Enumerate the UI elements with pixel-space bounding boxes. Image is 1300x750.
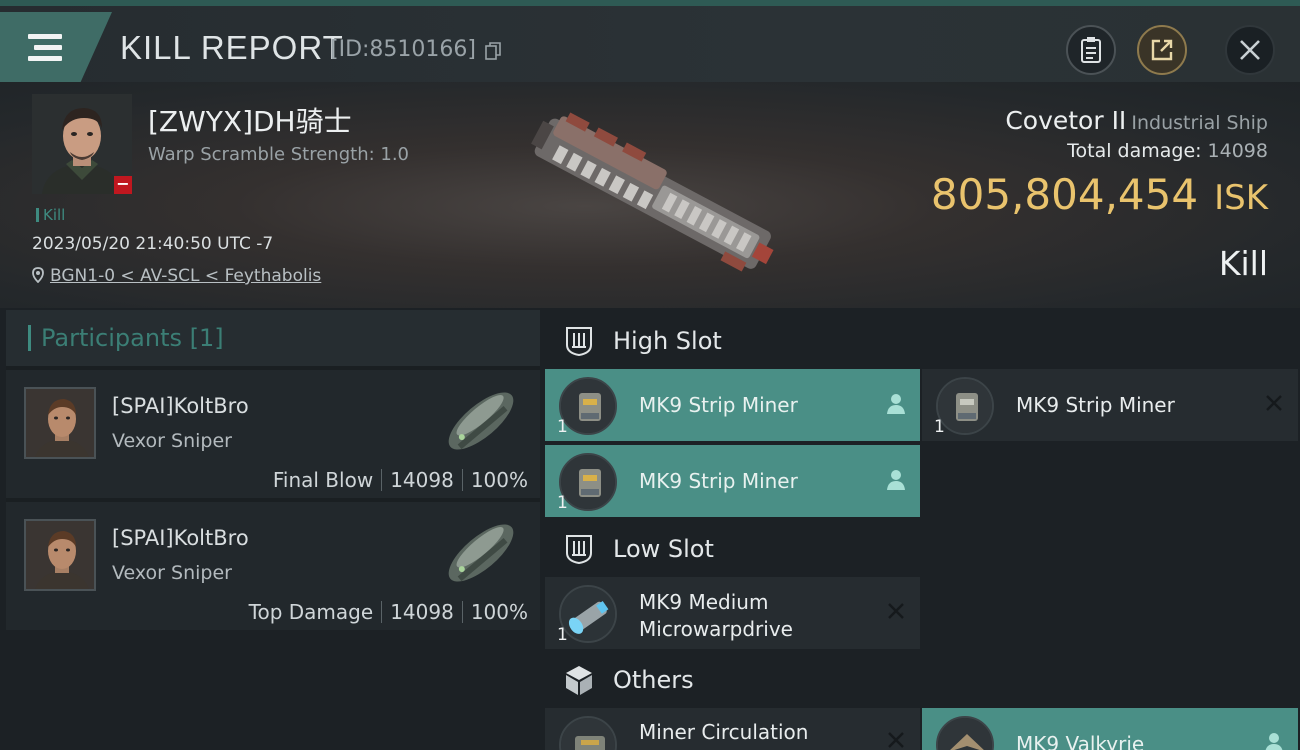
- victim-name[interactable]: [ZWYX]DH骑士: [148, 100, 352, 140]
- destroyed-x-icon: [888, 603, 904, 619]
- menu-icon: [28, 34, 62, 39]
- module-quantity: 1: [557, 493, 568, 513]
- module-name: MK9 Strip Miner: [1016, 393, 1175, 417]
- victim-ship-name[interactable]: Covetor II Industrial Ship: [1005, 106, 1268, 135]
- module-item[interactable]: 1 MK9 Strip Miner: [545, 369, 920, 441]
- attacker-ship: Vexor Sniper: [112, 562, 232, 584]
- participants-header[interactable]: Participants [1]: [6, 310, 540, 366]
- attacker-role: Final Blow: [272, 468, 374, 492]
- participants-title: Participants [1]: [41, 324, 224, 352]
- ship-class: Industrial Ship: [1131, 112, 1268, 134]
- total-damage: Total damage: 14098: [1067, 140, 1268, 162]
- module-quantity: 1: [557, 625, 568, 645]
- isk-value: 805,804,454 ISK: [931, 170, 1268, 219]
- warp-scramble-strength: Warp Scramble Strength: 1.0: [148, 144, 410, 165]
- attacker-avatar: [24, 387, 96, 459]
- person-icon: [887, 470, 905, 490]
- attacker-stats: Final Blow 14098 100%: [273, 468, 528, 492]
- clipboard-button[interactable]: [1066, 25, 1116, 75]
- close-button[interactable]: [1225, 25, 1275, 75]
- ship-name: Covetor II: [1005, 106, 1127, 135]
- kill-location-link[interactable]: BGN1-0 < AV-SCL < Feythabolis: [32, 266, 321, 286]
- participant-row[interactable]: [SPAI]KoltBro Vexor Sniper Top Damage 140…: [6, 498, 540, 630]
- module-item[interactable]: 1 MK9 Strip Miner: [545, 445, 920, 517]
- miner-circulation-icon: [559, 716, 617, 750]
- attacker-damage: 14098: [390, 600, 454, 624]
- fitting-panel: High Slot 1 MK9 Strip Miner 1 MK9 Strip …: [545, 310, 1300, 750]
- clipboard-icon: [1081, 37, 1101, 63]
- attacker-percent: 100%: [470, 468, 528, 492]
- module-name: MK9 Valkyrie: [1016, 732, 1145, 750]
- share-icon: [1151, 39, 1173, 61]
- page-title: KILL REPORT: [120, 29, 344, 66]
- others-header: Others: [545, 651, 1300, 709]
- participant-row[interactable]: [SPAI]KoltBro Vexor Sniper Final Blow 140…: [6, 366, 540, 498]
- isk-amount: 805,804,454: [930, 170, 1199, 219]
- report-id: [ID:8510166]: [330, 37, 476, 62]
- module-item[interactable]: MK9 Valkyrie: [922, 708, 1298, 750]
- module-name: Miner Circulation: [639, 720, 809, 744]
- header-bar: KILL REPORT [ID:8510166]: [0, 6, 1300, 82]
- person-icon: [887, 394, 905, 414]
- total-damage-value: 14098: [1207, 140, 1268, 162]
- attacker-role: Top Damage: [248, 600, 374, 624]
- module-name: MK9 Strip Miner: [639, 469, 798, 493]
- hostile-badge: −: [114, 176, 132, 194]
- module-item[interactable]: 1 MK9 Strip Miner: [922, 369, 1298, 441]
- module-name: MK9 Strip Miner: [639, 393, 798, 417]
- copy-icon[interactable]: [485, 42, 501, 60]
- module-item[interactable]: Miner Circulation: [545, 708, 920, 750]
- kill-datetime: 2023/05/20 21:40:50 UTC -7: [32, 234, 274, 254]
- low-slot-header: Low Slot: [545, 520, 1300, 578]
- destroyed-x-icon: [888, 732, 904, 748]
- high-slot-header: High Slot: [545, 312, 1300, 370]
- close-icon: [1240, 40, 1260, 60]
- kill-tag: Kill: [36, 206, 65, 224]
- menu-button[interactable]: [0, 12, 112, 82]
- module-quantity: 1: [557, 417, 568, 437]
- attacker-stats: Top Damage 14098 100%: [249, 600, 528, 624]
- victim-ship-image[interactable]: [505, 102, 795, 297]
- module-item[interactable]: 1 MK9 Medium Microwarpdrive: [545, 577, 920, 649]
- module-quantity: 1: [934, 417, 945, 437]
- attacker-damage: 14098: [390, 468, 454, 492]
- attacker-name: [SPAI]KoltBro: [112, 394, 249, 418]
- high-slot-icon: [566, 327, 592, 357]
- attacker-ship: Vexor Sniper: [112, 430, 232, 452]
- victim-summary: − [ZWYX]DH骑士 Warp Scramble Strength: 1.0…: [0, 82, 1300, 308]
- attacker-ship-image: [448, 524, 514, 582]
- valkyrie-drone-icon: [936, 716, 994, 750]
- location-pin-icon: [32, 267, 44, 284]
- module-name: MK9 Medium Microwarpdrive: [639, 590, 793, 641]
- isk-unit: ISK: [1214, 178, 1268, 218]
- person-icon: [1265, 733, 1283, 750]
- share-button[interactable]: [1137, 25, 1187, 75]
- attacker-percent: 100%: [470, 600, 528, 624]
- attacker-name: [SPAI]KoltBro: [112, 526, 249, 550]
- kill-result: Kill: [1218, 244, 1268, 283]
- cube-icon: [566, 666, 592, 695]
- location-text: BGN1-0 < AV-SCL < Feythabolis: [50, 266, 322, 286]
- destroyed-x-icon: [1266, 395, 1282, 411]
- low-slot-icon: [566, 535, 592, 565]
- participants-panel: Participants [1] [SPAI]KoltBro Vexor Sni…: [6, 310, 540, 750]
- attacker-avatar: [24, 519, 96, 591]
- attacker-ship-image: [448, 392, 514, 450]
